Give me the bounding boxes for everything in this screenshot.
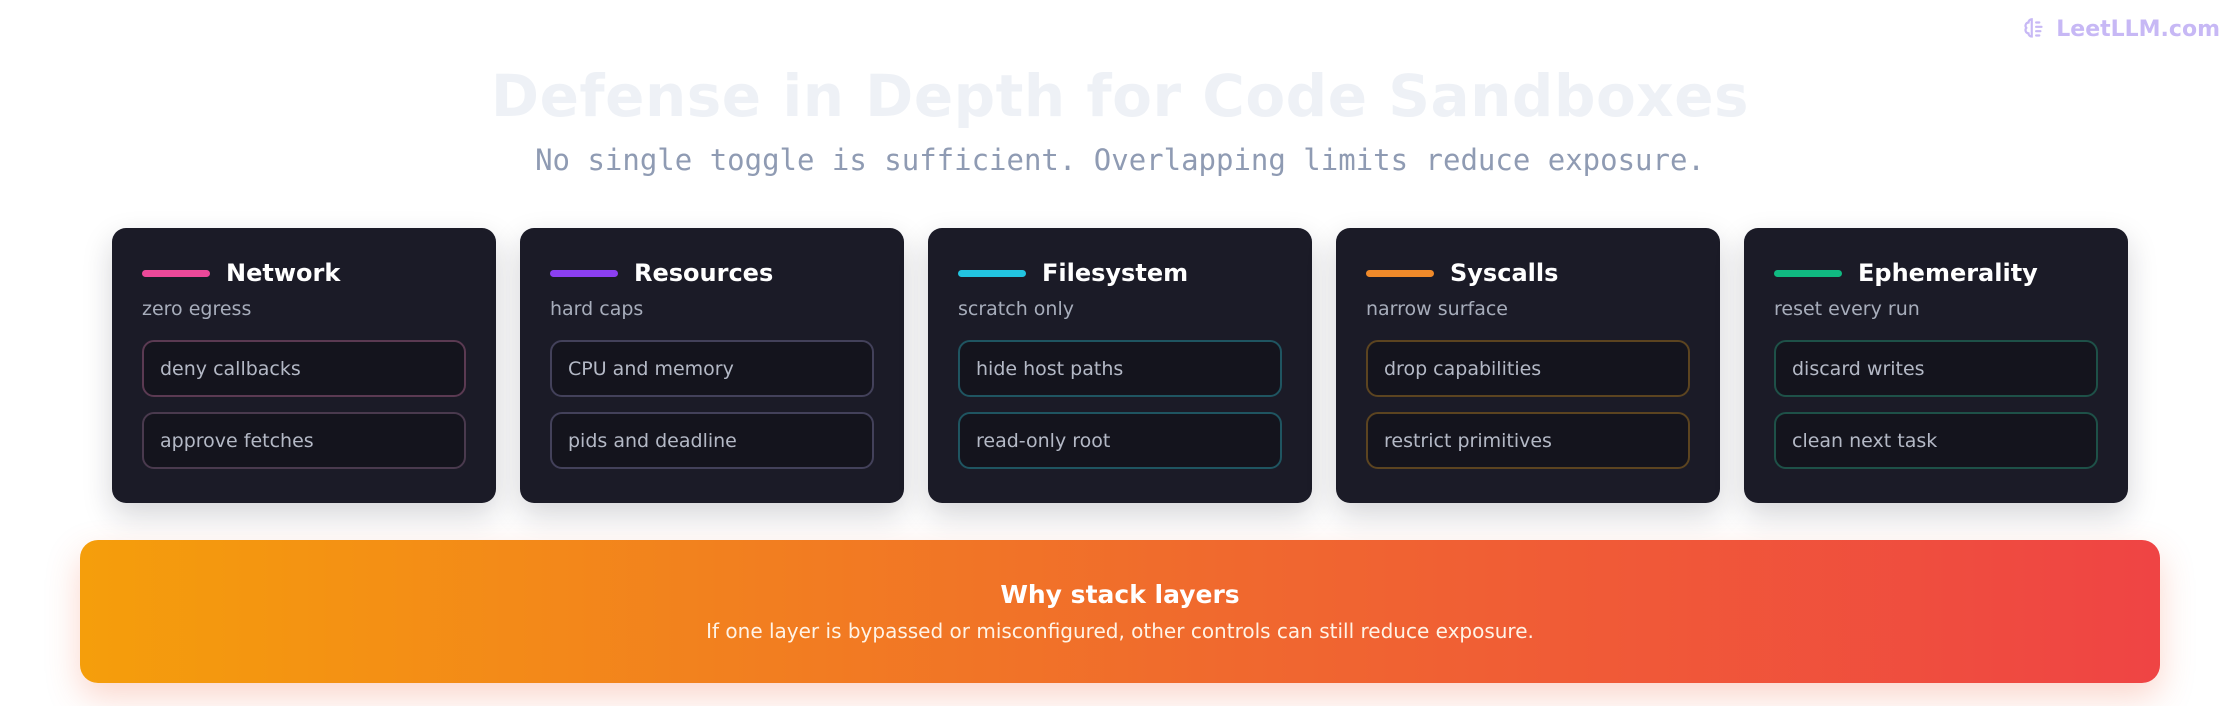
control-pill: CPU and memory xyxy=(550,340,874,397)
card-subtitle: narrow surface xyxy=(1366,298,1508,320)
card-title: Resources xyxy=(634,259,774,287)
brand-text: LeetLLM.com xyxy=(2056,16,2220,42)
control-pill: restrict primitives xyxy=(1366,412,1690,469)
card-syscalls: Syscalls narrow surface drop capabilitie… xyxy=(1336,228,1720,503)
control-pill: clean next task xyxy=(1774,412,2098,469)
accent-bar xyxy=(142,269,210,277)
accent-bar xyxy=(1774,269,1842,277)
card-title: Ephemerality xyxy=(1858,259,2038,287)
accent-bar xyxy=(1366,269,1434,277)
brand-logo[interactable]: LeetLLM.com xyxy=(2022,16,2220,42)
accent-bar xyxy=(550,269,618,277)
accent-bar xyxy=(958,269,1026,277)
card-subtitle: scratch only xyxy=(958,298,1074,320)
card-title: Syscalls xyxy=(1450,259,1559,287)
control-pill: drop capabilities xyxy=(1366,340,1690,397)
card-title: Network xyxy=(226,259,341,287)
card-ephemerality: Ephemerality reset every run discard wri… xyxy=(1744,228,2128,503)
control-pill: discard writes xyxy=(1774,340,2098,397)
control-pill: pids and deadline xyxy=(550,412,874,469)
card-subtitle: reset every run xyxy=(1774,298,1920,320)
page-subtitle: No single toggle is sufficient. Overlapp… xyxy=(535,143,1705,177)
card-resources: Resources hard caps CPU and memory pids … xyxy=(520,228,904,503)
control-pill: deny callbacks xyxy=(142,340,466,397)
card-title: Filesystem xyxy=(1042,259,1189,287)
card-subtitle: zero egress xyxy=(142,298,252,320)
page-title: Defense in Depth for Code Sandboxes xyxy=(490,62,1750,130)
banner-text: If one layer is bypassed or misconfigure… xyxy=(706,619,1534,643)
brain-icon xyxy=(2024,18,2043,38)
control-pill: approve fetches xyxy=(142,412,466,469)
banner-title: Why stack layers xyxy=(1000,580,1240,609)
control-pill: read-only root xyxy=(958,412,1282,469)
card-filesystem: Filesystem scratch only hide host paths … xyxy=(928,228,1312,503)
layer-cards: Network zero egress deny callbacks appro… xyxy=(112,228,2128,503)
control-pill: hide host paths xyxy=(958,340,1282,397)
card-subtitle: hard caps xyxy=(550,298,644,320)
summary-banner: Why stack layers If one layer is bypasse… xyxy=(80,540,2160,683)
card-network: Network zero egress deny callbacks appro… xyxy=(112,228,496,503)
